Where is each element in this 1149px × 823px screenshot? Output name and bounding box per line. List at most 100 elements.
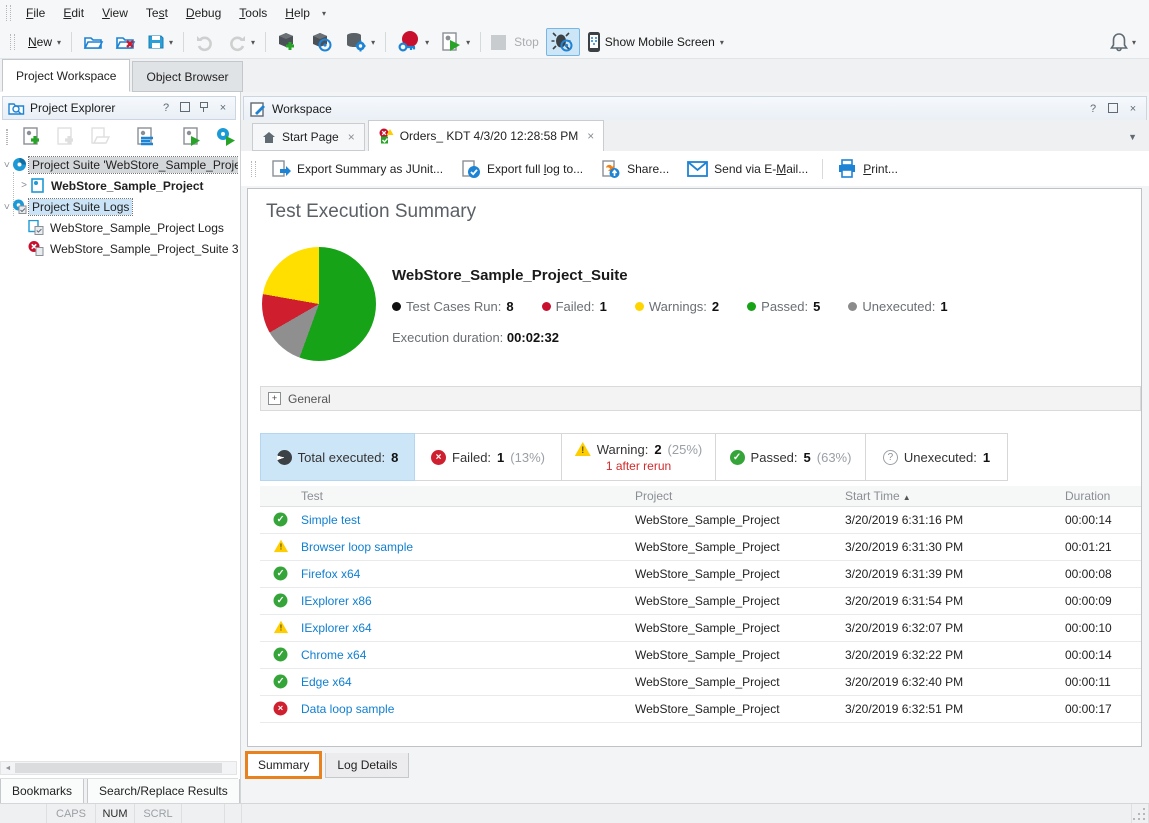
menu-edit[interactable]: Edit: [54, 2, 93, 24]
test-link[interactable]: Simple test: [301, 513, 360, 527]
add-new-item-button-disabled[interactable]: [50, 123, 82, 151]
menu-tools[interactable]: Tools: [230, 2, 276, 24]
close-tab-icon[interactable]: ×: [587, 129, 594, 143]
table-row[interactable]: ✓ Simple test WebStore_Sample_Project 3/…: [260, 506, 1141, 534]
tab-search-replace-results[interactable]: Search/Replace Results: [87, 779, 240, 804]
column-start-time[interactable]: Start Time▲: [845, 489, 911, 503]
new-button[interactable]: New ▾: [21, 28, 66, 56]
test-link[interactable]: IExplorer x64: [301, 621, 372, 635]
log-toolbar-grip[interactable]: [251, 161, 256, 177]
menu-help[interactable]: Help: [276, 2, 319, 24]
tree-item-suite-log-failed[interactable]: WebStore_Sample_Project_Suite 3/2: [0, 238, 238, 259]
workspace-maximize-icon[interactable]: [1106, 103, 1120, 116]
export-summary-junit-button[interactable]: Export Summary as JUnit...: [262, 155, 452, 183]
filter-tab-unexecuted[interactable]: ?Unexecuted:1: [866, 433, 1008, 481]
open-file-button[interactable]: [77, 28, 109, 56]
menu-grip[interactable]: [6, 5, 11, 21]
explorer-toolbar-grip[interactable]: [6, 129, 8, 145]
explorer-horizontal-scrollbar[interactable]: ◄: [0, 761, 237, 775]
close-tab-icon[interactable]: ×: [348, 130, 355, 144]
table-row[interactable]: ! IExplorer x64 WebStore_Sample_Project …: [260, 614, 1141, 642]
menu-debug[interactable]: Debug: [177, 2, 230, 24]
close-file-button[interactable]: [109, 28, 141, 56]
workspace-close-icon[interactable]: ×: [1126, 103, 1140, 115]
test-link[interactable]: Chrome x64: [301, 648, 366, 662]
workspace-help-icon[interactable]: ?: [1086, 103, 1100, 115]
undo-icon: [194, 32, 216, 52]
menubar-options-caret[interactable]: ▾: [322, 9, 326, 18]
tab-summary[interactable]: Summary: [245, 751, 322, 779]
tree-expand-icon[interactable]: >: [1, 159, 12, 171]
duration-cell: 00:00:14: [1065, 648, 1112, 662]
add-existing-item-button-disabled[interactable]: [84, 123, 116, 151]
notifications-button[interactable]: ▾: [1104, 28, 1141, 56]
table-row[interactable]: ✓ Edge x64 WebStore_Sample_Project 3/20/…: [260, 668, 1141, 696]
share-button[interactable]: Share...: [592, 155, 678, 183]
summary-legend: Test Cases Run:8 Failed:1 Warnings:2 Pas…: [392, 299, 948, 314]
data-generator-button[interactable]: ▾: [339, 28, 380, 56]
column-project[interactable]: Project: [635, 489, 672, 503]
expand-plus-icon[interactable]: +: [268, 392, 281, 405]
menu-test[interactable]: Test: [137, 2, 177, 24]
test-link[interactable]: Browser loop sample: [301, 540, 413, 554]
undo-button[interactable]: [189, 28, 221, 56]
tab-start-page[interactable]: Start Page ×: [252, 123, 365, 151]
filter-tab-passed[interactable]: ✓Passed:5(63%): [716, 433, 866, 481]
tab-object-browser[interactable]: Object Browser: [132, 61, 242, 92]
send-email-button[interactable]: Send via E-Mail...: [678, 155, 817, 183]
stop-button[interactable]: Stop: [486, 28, 546, 56]
table-row[interactable]: ✓ IExplorer x86 WebStore_Sample_Project …: [260, 587, 1141, 615]
filter-tab-failed[interactable]: ×Failed:1(13%): [415, 433, 562, 481]
tab-project-workspace[interactable]: Project Workspace: [2, 59, 130, 92]
panel-maximize-icon[interactable]: [178, 102, 192, 115]
tab-log-details[interactable]: Log Details: [325, 753, 409, 778]
toolbar-grip[interactable]: [10, 34, 15, 50]
scrollbar-thumb[interactable]: [15, 763, 222, 773]
debug-mode-button[interactable]: [546, 28, 580, 56]
panel-pin-icon[interactable]: [197, 101, 211, 115]
column-test[interactable]: Test: [301, 489, 323, 503]
run-project-button[interactable]: [176, 123, 208, 151]
tree-expand-icon[interactable]: >: [1, 201, 12, 213]
record-button[interactable]: ▾: [391, 28, 434, 56]
menu-file[interactable]: File: [17, 2, 54, 24]
panel-close-icon[interactable]: ×: [216, 102, 230, 114]
redo-button[interactable]: ▾: [221, 28, 260, 56]
test-link[interactable]: Edge x64: [301, 675, 352, 689]
test-link[interactable]: Firefox x64: [301, 567, 360, 581]
start-time-cell: 3/20/2019 6:31:39 PM: [845, 567, 963, 581]
table-row[interactable]: ✓ Firefox x64 WebStore_Sample_Project 3/…: [260, 560, 1141, 588]
organize-tests-button[interactable]: [130, 123, 162, 151]
table-row[interactable]: ✓ Chrome x64 WebStore_Sample_Project 3/2…: [260, 641, 1141, 669]
table-row[interactable]: ! Browser loop sample WebStore_Sample_Pr…: [260, 533, 1141, 561]
filter-tab-total[interactable]: Total executed:8: [260, 433, 415, 481]
test-link[interactable]: IExplorer x86: [301, 594, 372, 608]
general-section-bar[interactable]: + General: [260, 386, 1141, 411]
tree-collapse-icon[interactable]: >: [18, 180, 30, 191]
filter-tab-warning[interactable]: !Warning:2(25%) 1 after rerun: [562, 433, 716, 481]
resize-grip[interactable]: [1132, 804, 1149, 823]
tree-item-suite-logs[interactable]: > Project Suite Logs: [0, 196, 238, 217]
table-row[interactable]: × Data loop sample WebStore_Sample_Proje…: [260, 695, 1141, 723]
tree-item-project-suite[interactable]: > Project Suite 'WebStore_Sample_Project…: [0, 154, 238, 175]
run-button[interactable]: ▾: [434, 28, 475, 56]
save-button[interactable]: ▾: [141, 28, 178, 56]
scroll-left-icon[interactable]: ◄: [1, 765, 15, 772]
column-duration[interactable]: Duration: [1065, 489, 1110, 503]
map-object-button[interactable]: [305, 28, 339, 56]
print-button[interactable]: Print...: [828, 155, 907, 183]
test-link[interactable]: Data loop sample: [301, 702, 394, 716]
add-object-button[interactable]: [271, 28, 305, 56]
tree-item-project[interactable]: > WebStore_Sample_Project: [0, 175, 238, 196]
tree-item-project-logs[interactable]: WebStore_Sample_Project Logs: [0, 217, 238, 238]
show-mobile-screen-button[interactable]: Show Mobile Screen ▾: [580, 28, 729, 56]
tab-bookmarks[interactable]: Bookmarks: [0, 779, 84, 804]
tab-orders-kdt-log[interactable]: Orders_ KDT 4/3/20 12:28:58 PM ×: [368, 120, 605, 151]
panel-help-icon[interactable]: ?: [159, 102, 173, 114]
export-full-log-button[interactable]: Export full log to...: [452, 155, 592, 183]
project-cell: WebStore_Sample_Project: [635, 540, 780, 554]
menu-view[interactable]: View: [93, 2, 137, 24]
add-new-project-button[interactable]: [16, 123, 48, 151]
tab-list-dropdown-icon[interactable]: ▼: [1128, 132, 1137, 142]
black-dot-icon: [392, 302, 401, 311]
